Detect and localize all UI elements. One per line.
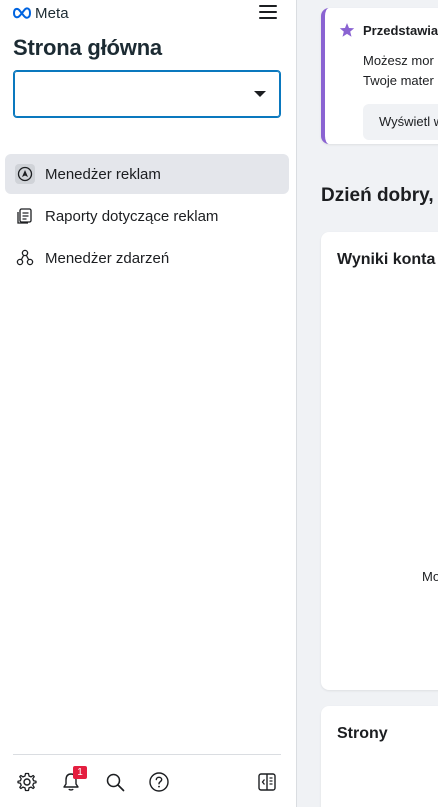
sidebar: Meta Strona główna Menedżer reklam Rapor…: [0, 0, 297, 807]
help-icon: [149, 772, 169, 792]
search-button[interactable]: [103, 770, 127, 794]
promo-line-2: Twoje mater: [363, 73, 434, 88]
promo-line-1: Możesz mor: [363, 53, 434, 68]
account-select[interactable]: [13, 70, 281, 118]
promo-banner: Przedstawia Możesz mor Twoje mater Wyświ…: [321, 8, 438, 144]
sidebar-item-label: Raporty dotyczące reklam: [45, 207, 219, 225]
reports-icon: [15, 206, 35, 226]
notifications-button[interactable]: 1: [59, 766, 87, 794]
events-manager-icon: [15, 248, 35, 268]
search-icon: [106, 773, 125, 792]
sidebar-item-ads-manager[interactable]: Menedżer reklam: [5, 154, 289, 194]
account-results-card: Wyniki konta Mo: [321, 232, 438, 690]
panel-toggle-icon: [258, 773, 276, 791]
pages-card: Strony: [321, 706, 438, 807]
hamburger-menu-button[interactable]: [258, 3, 278, 21]
greeting-heading: Dzień dobry,: [321, 185, 434, 206]
meta-logo[interactable]: Meta: [12, 4, 69, 22]
notification-badge: 1: [73, 766, 87, 779]
main-content: Przedstawia Możesz mor Twoje mater Wyświ…: [297, 0, 438, 807]
sidebar-item-events-manager[interactable]: Menedżer zdarzeń: [5, 238, 289, 278]
promo-description: Możesz mor Twoje mater: [363, 51, 434, 91]
page-title: Strona główna: [13, 35, 162, 60]
caret-down-icon: [254, 91, 266, 97]
settings-button[interactable]: [15, 770, 39, 794]
sidebar-item-label: Menedżer reklam: [45, 165, 161, 183]
app-root: Meta Strona główna Menedżer reklam Rapor…: [0, 0, 438, 807]
promo-view-button[interactable]: Wyświetl w: [363, 104, 438, 140]
ads-manager-icon: [15, 164, 35, 184]
panel-toggle-button[interactable]: [255, 770, 279, 794]
meta-infinity-icon: [12, 7, 32, 19]
sidebar-item-label: Menedżer zdarzeń: [45, 249, 170, 267]
sidebar-nav: Menedżer reklam Raporty dotyczące reklam: [5, 154, 289, 280]
card-title: Wyniki konta: [337, 251, 436, 268]
gear-icon: [17, 772, 37, 792]
sidebar-divider: [13, 754, 281, 755]
sidebar-item-ad-reports[interactable]: Raporty dotyczące reklam: [5, 196, 289, 236]
card-title: Strony: [337, 725, 388, 742]
help-button[interactable]: [147, 770, 171, 794]
brand-name: Meta: [35, 4, 69, 22]
card-center-text: Mo: [422, 569, 438, 584]
promo-title: Przedstawia: [363, 23, 438, 38]
star-icon: [339, 22, 355, 43]
